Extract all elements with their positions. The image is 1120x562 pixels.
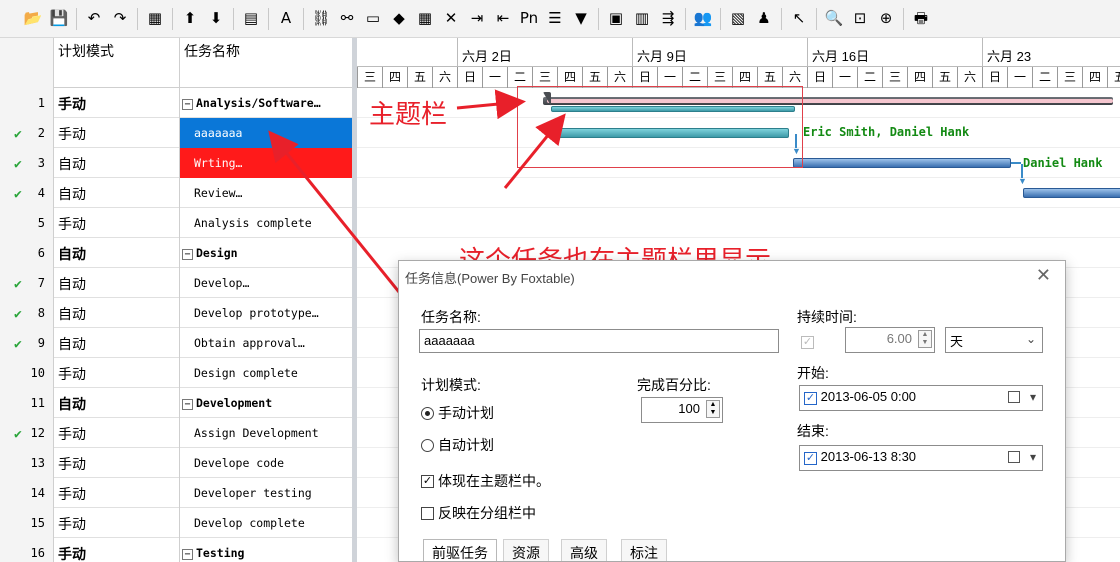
tab-predecessors[interactable]: 前驱任务: [423, 539, 497, 561]
tab-advanced[interactable]: 高级: [561, 539, 607, 561]
duration-spinner[interactable]: ▲ ▼: [918, 330, 932, 348]
tab-resources[interactable]: 资源: [503, 539, 549, 561]
task-name-label: 任务名称:: [421, 309, 481, 325]
reflect-in-group-checkbox[interactable]: 反映在分组栏中: [421, 503, 536, 523]
start-date-picker[interactable]: 2013-06-05 0:00 ▾: [799, 385, 1043, 411]
task-name-input[interactable]: aaaaaaa: [419, 329, 779, 353]
duration-unit-value: 天: [950, 334, 964, 349]
mode-auto-radio[interactable]: 自动计划: [421, 435, 494, 455]
chevron-down-icon: ⌄: [1025, 332, 1036, 346]
end-date-checkbox[interactable]: [804, 452, 817, 465]
start-date-value: 2013-06-05 0:00: [820, 389, 917, 404]
duration-checkbox[interactable]: [801, 333, 814, 349]
calendar-icon: [1008, 391, 1020, 403]
chevron-down-icon: ▾: [1029, 390, 1036, 404]
dialog-title: 任务信息(Power By Foxtable): [405, 271, 575, 286]
mode-label: 计划模式:: [421, 377, 481, 393]
percent-spinner[interactable]: ▲ ▼: [706, 400, 720, 418]
mode-manual-radio[interactable]: 手动计划: [421, 403, 494, 423]
percent-input[interactable]: 100 ▲ ▼: [641, 397, 723, 423]
duration-label: 持续时间:: [797, 309, 857, 325]
mode-auto-label: 自动计划: [438, 437, 494, 453]
duration-unit-select[interactable]: 天 ⌄: [945, 327, 1043, 353]
annotation-arrow-title: [456, 89, 526, 120]
chevron-down-icon: ▾: [1029, 450, 1036, 464]
end-label: 结束:: [797, 423, 829, 439]
reflect-in-group-label: 反映在分组栏中: [438, 505, 536, 521]
percent-value: 100: [678, 401, 700, 416]
show-in-summary-checkbox[interactable]: 体现在主题栏中。: [421, 471, 550, 491]
duration-input[interactable]: 6.00 ▲ ▼: [845, 327, 935, 353]
close-icon[interactable]: ✕: [1036, 265, 1051, 286]
mode-manual-label: 手动计划: [438, 405, 494, 421]
start-label: 开始:: [797, 365, 829, 381]
calendar-icon: [1008, 451, 1020, 463]
end-date-picker[interactable]: 2013-06-13 8:30 ▾: [799, 445, 1043, 471]
start-date-checkbox[interactable]: [804, 392, 817, 405]
show-in-summary-label: 体现在主题栏中。: [438, 473, 550, 489]
task-info-dialog: 任务信息(Power By Foxtable) ✕ 任务名称: aaaaaaa …: [398, 260, 1066, 562]
annotation-arrow-bar: [503, 113, 566, 189]
end-date-value: 2013-06-13 8:30: [820, 449, 917, 464]
duration-value: 6.00: [886, 331, 912, 346]
tab-notes[interactable]: 标注: [621, 539, 667, 561]
percent-label: 完成百分比:: [637, 377, 711, 393]
